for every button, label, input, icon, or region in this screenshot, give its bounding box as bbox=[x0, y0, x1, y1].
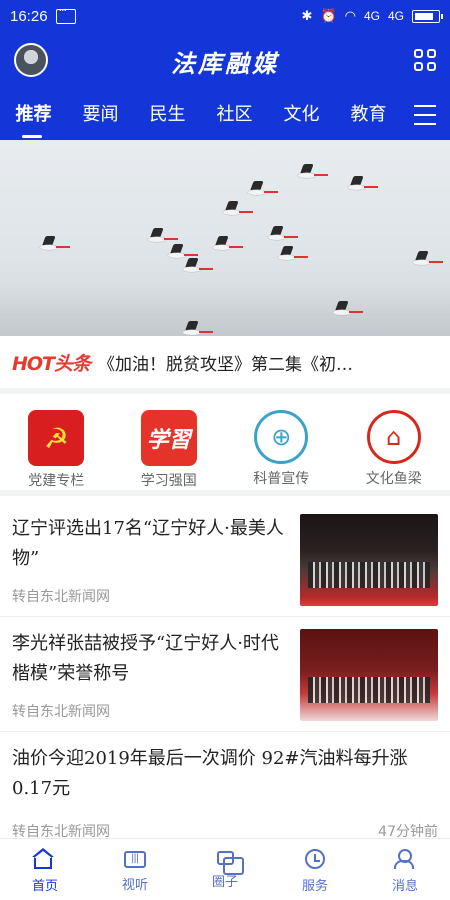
crane-image bbox=[215, 201, 255, 219]
crane-image bbox=[175, 321, 215, 336]
tab-community[interactable]: 社区 bbox=[201, 90, 268, 140]
banner-image[interactable] bbox=[0, 140, 450, 336]
wifi-icon: ◠ bbox=[344, 8, 356, 23]
app-title: 法库融媒 bbox=[171, 48, 279, 78]
signal-2-label: 4G bbox=[387, 9, 404, 23]
culture-pavilion-icon: ⌂ bbox=[366, 410, 421, 464]
quick-channels: ☭ 党建专栏 学習 学习强国 ⊕ 科普宣传 ⌂ 文化鱼梁 bbox=[0, 400, 450, 496]
crane-image bbox=[32, 236, 72, 254]
crane-image bbox=[240, 181, 280, 199]
home-icon bbox=[32, 848, 54, 869]
bluetooth-icon: ✱ bbox=[301, 8, 313, 23]
channel-label: 科普宣传 bbox=[253, 471, 310, 487]
news-source: 转自东北新闻网 bbox=[12, 704, 110, 720]
party-emblem-icon: ☭ bbox=[28, 410, 85, 466]
news-item[interactable]: 李光祥张喆被授予“辽宁好人·时代楷模”荣誉称号 转自东北新闻网 bbox=[0, 617, 450, 732]
news-item[interactable]: 辽宁评选出17名“辽宁好人·最美人物” 转自东北新闻网 bbox=[0, 502, 450, 617]
news-title: 李光祥张喆被授予“辽宁好人·时代楷模”荣誉称号 bbox=[12, 633, 279, 684]
tab-livelihood[interactable]: 民生 bbox=[134, 90, 201, 140]
xuexi-icon: 学習 bbox=[140, 410, 197, 466]
tree-line bbox=[0, 286, 450, 336]
channel-label: 党建专栏 bbox=[28, 473, 85, 489]
nav-label: 首页 bbox=[31, 879, 58, 894]
menu-icon[interactable] bbox=[414, 105, 436, 125]
crane-image bbox=[205, 236, 245, 254]
crane-image bbox=[340, 176, 380, 194]
hot-headline-text[interactable]: 《加油！脱贫攻坚》第二集《初… bbox=[98, 350, 353, 375]
crane-image bbox=[270, 246, 310, 264]
category-tabs: 推荐 要闻 民生 社区 文化 教育 bbox=[0, 90, 450, 140]
nav-circle[interactable]: 圈子 bbox=[180, 839, 270, 900]
channel-party-building[interactable]: ☭ 党建专栏 bbox=[0, 400, 113, 490]
tab-culture[interactable]: 文化 bbox=[268, 90, 335, 140]
bottom-nav: 首页 视听 圈子 服务 消息 bbox=[0, 838, 450, 900]
hot-headline[interactable]: HOT头条 《加油！脱贫攻坚》第二集《初… bbox=[0, 336, 450, 394]
app-header: 法库融媒 bbox=[0, 32, 450, 90]
nav-home[interactable]: 首页 bbox=[0, 839, 90, 900]
science-globe-icon: ⊕ bbox=[254, 410, 309, 464]
tv-icon bbox=[124, 851, 146, 868]
news-source: 转自东北新闻网 bbox=[12, 589, 110, 605]
news-item[interactable]: 油价今迎2019年最后一次调价 92#汽油料每升涨0.17元 转自东北新闻网 4… bbox=[0, 732, 450, 852]
news-title: 油价今迎2019年最后一次调价 92#汽油料每升涨0.17元 bbox=[12, 748, 408, 799]
battery-icon bbox=[412, 9, 443, 23]
nav-messages[interactable]: 消息 bbox=[360, 839, 450, 900]
channel-label: 学习强国 bbox=[140, 473, 197, 489]
nav-service[interactable]: 服务 bbox=[270, 839, 360, 900]
channel-xuexi[interactable]: 学習 学习强国 bbox=[113, 400, 226, 490]
status-time: 16:26 bbox=[10, 7, 48, 25]
crane-image bbox=[290, 164, 330, 182]
notification-message-icon bbox=[55, 4, 76, 24]
nav-label: 消息 bbox=[391, 879, 418, 894]
news-thumbnail bbox=[300, 514, 438, 606]
nav-label: 视听 bbox=[121, 878, 148, 893]
apps-grid-icon[interactable] bbox=[414, 49, 436, 71]
news-title: 辽宁评选出17名“辽宁好人·最美人物” bbox=[12, 518, 284, 569]
avatar[interactable] bbox=[14, 43, 48, 77]
crane-image bbox=[325, 301, 365, 319]
status-bar: 16:26 ✱ ⏰ ◠ 4G 4G bbox=[0, 0, 450, 32]
crane-image bbox=[175, 258, 215, 276]
message-icon bbox=[394, 849, 416, 869]
alarm-icon: ⏰ bbox=[320, 8, 337, 23]
nav-audiovisual[interactable]: 视听 bbox=[90, 839, 180, 900]
circle-icon bbox=[216, 851, 244, 875]
tab-education[interactable]: 教育 bbox=[335, 90, 402, 140]
crane-image bbox=[405, 251, 445, 269]
hot-badge: HOT头条 bbox=[12, 352, 91, 375]
signal-1-label: 4G bbox=[363, 9, 380, 23]
channel-science[interactable]: ⊕ 科普宣传 bbox=[225, 400, 338, 490]
clock-icon bbox=[305, 849, 325, 869]
tab-recommend[interactable]: 推荐 bbox=[0, 90, 67, 140]
news-thumbnail bbox=[300, 629, 438, 721]
nav-label: 服务 bbox=[301, 879, 328, 894]
news-list: 辽宁评选出17名“辽宁好人·最美人物” 转自东北新闻网 李光祥张喆被授予“辽宁好… bbox=[0, 502, 450, 852]
channel-culture[interactable]: ⌂ 文化鱼梁 bbox=[338, 400, 450, 490]
channel-label: 文化鱼梁 bbox=[365, 471, 422, 487]
tab-news[interactable]: 要闻 bbox=[67, 90, 134, 140]
status-icons: ✱ ⏰ ◠ 4G 4G bbox=[301, 8, 443, 24]
crane-image bbox=[260, 226, 300, 244]
